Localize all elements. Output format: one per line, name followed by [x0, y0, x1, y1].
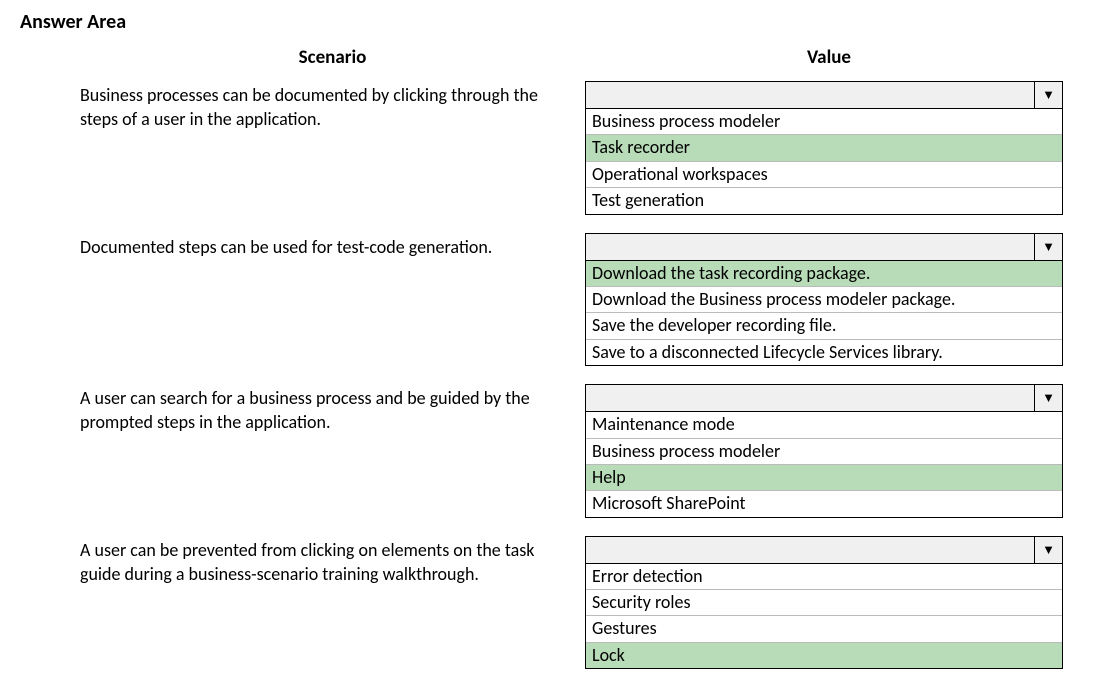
value-cell: ▼Download the task recording package.Dow…: [585, 233, 1073, 367]
chevron-down-icon[interactable]: ▼: [1034, 82, 1062, 108]
dropdown-option[interactable]: Lock: [586, 642, 1062, 668]
value-cell: ▼Business process modelerTask recorderOp…: [585, 81, 1073, 215]
dropdown-option[interactable]: Help: [586, 464, 1062, 490]
dropdown-select[interactable]: ▼: [585, 384, 1063, 412]
answer-row: A user can search for a business process…: [20, 384, 1073, 518]
dropdown-option[interactable]: Security roles: [586, 589, 1062, 615]
header-scenario: Scenario: [20, 46, 585, 69]
dropdown-option[interactable]: Maintenance mode: [586, 412, 1062, 437]
dropdown-option[interactable]: Microsoft SharePoint: [586, 490, 1062, 516]
scenario-text: A user can be prevented from clicking on…: [20, 536, 585, 587]
value-cell: ▼Maintenance modeBusiness process modele…: [585, 384, 1073, 518]
answer-row: Documented steps can be used for test-co…: [20, 233, 1073, 367]
value-cell: ▼Error detectionSecurity rolesGesturesLo…: [585, 536, 1073, 670]
dropdown-option[interactable]: Task recorder: [586, 134, 1062, 160]
dropdown-option[interactable]: Save to a disconnected Lifecycle Service…: [586, 339, 1062, 365]
scenario-text: Documented steps can be used for test-co…: [20, 233, 585, 259]
dropdown-option[interactable]: Business process modeler: [586, 109, 1062, 134]
dropdown-option[interactable]: Business process modeler: [586, 438, 1062, 464]
dropdown-option[interactable]: Error detection: [586, 564, 1062, 589]
dropdown-select[interactable]: ▼: [585, 81, 1063, 109]
dropdown-options: Maintenance modeBusiness process modeler…: [585, 412, 1063, 518]
dropdown-options: Download the task recording package.Down…: [585, 261, 1063, 367]
scenario-text: A user can search for a business process…: [20, 384, 585, 435]
answer-row: Business processes can be documented by …: [20, 81, 1073, 215]
dropdown-options: Business process modelerTask recorderOpe…: [585, 109, 1063, 215]
column-headers: Scenario Value: [20, 46, 1073, 69]
dropdown-select[interactable]: ▼: [585, 233, 1063, 261]
chevron-down-icon[interactable]: ▼: [1034, 537, 1062, 563]
answer-row: A user can be prevented from clicking on…: [20, 536, 1073, 670]
dropdown-option[interactable]: Download the task recording package.: [586, 261, 1062, 286]
chevron-down-icon[interactable]: ▼: [1034, 385, 1062, 411]
dropdown-select[interactable]: ▼: [585, 536, 1063, 564]
dropdown-option[interactable]: Operational workspaces: [586, 161, 1062, 187]
dropdown-options: Error detectionSecurity rolesGesturesLoc…: [585, 564, 1063, 670]
chevron-down-icon[interactable]: ▼: [1034, 234, 1062, 260]
dropdown-option[interactable]: Test generation: [586, 187, 1062, 213]
scenario-text: Business processes can be documented by …: [20, 81, 585, 132]
page-title: Answer Area: [20, 10, 1073, 34]
dropdown-option[interactable]: Save the developer recording file.: [586, 312, 1062, 338]
rows-container: Business processes can be documented by …: [20, 81, 1073, 669]
header-value: Value: [585, 46, 1073, 69]
dropdown-option[interactable]: Download the Business process modeler pa…: [586, 286, 1062, 312]
